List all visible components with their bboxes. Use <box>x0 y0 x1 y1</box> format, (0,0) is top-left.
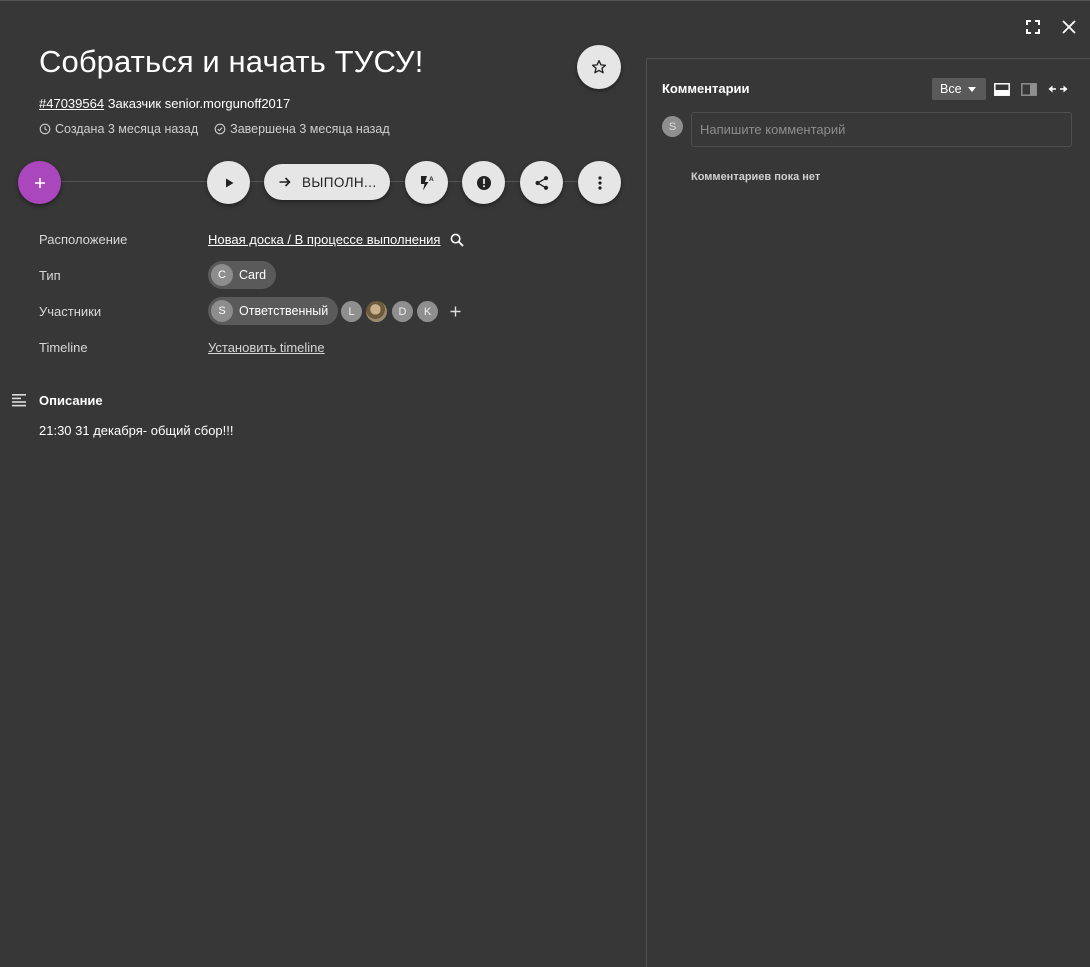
type-avatar: C <box>211 264 233 286</box>
arrow-right-icon <box>279 177 291 187</box>
more-vert-icon <box>597 175 602 190</box>
arrows-horizontal-icon <box>1048 85 1068 93</box>
panel-bottom-button[interactable] <box>993 81 1011 97</box>
responsible-avatar: S <box>211 300 233 322</box>
share-icon <box>535 175 548 190</box>
add-member-button[interactable] <box>447 303 463 319</box>
more-button[interactable] <box>578 161 621 204</box>
start-timer-button[interactable] <box>207 161 250 204</box>
type-chip[interactable]: C Card <box>208 261 277 289</box>
task-meta: #47039564 Заказчик senior.morgunoff2017 <box>39 96 290 111</box>
task-id-link[interactable]: #47039564 <box>39 96 104 111</box>
clock-icon <box>39 123 51 135</box>
completed-text: Завершена 3 месяца назад <box>230 122 390 136</box>
member-avatar[interactable]: K <box>417 301 438 322</box>
search-icon[interactable] <box>450 233 465 247</box>
svg-text:A: A <box>429 176 434 183</box>
comments-panel: Комментарии Все S Комментариев пока нет <box>646 58 1090 967</box>
flash-auto-icon: A <box>420 175 434 190</box>
timeline-row: Установить timeline <box>208 340 325 355</box>
member-avatar[interactable]: L <box>341 301 362 322</box>
add-button[interactable] <box>18 161 61 204</box>
chevron-down-icon <box>967 86 976 92</box>
panel-bottom-icon <box>994 82 1010 96</box>
location-label: Расположение <box>39 232 128 247</box>
play-icon <box>225 178 233 187</box>
responsible-chip[interactable]: S Ответственный <box>208 297 339 325</box>
comments-filter-value: Все <box>940 82 962 96</box>
type-label: Тип <box>39 268 61 283</box>
no-comments-text: Комментариев пока нет <box>691 171 821 183</box>
check-circle-icon <box>214 123 226 135</box>
panel-side-icon <box>1021 82 1037 96</box>
location-link[interactable]: Новая доска / В процессе выполнения <box>208 232 440 247</box>
created-text: Создана 3 месяца назад <box>55 122 199 136</box>
top-divider <box>0 0 1090 1</box>
description-title: Описание <box>39 393 103 408</box>
fullscreen-button[interactable] <box>1020 14 1046 40</box>
notes-icon <box>12 394 26 407</box>
favorite-button[interactable] <box>577 45 621 89</box>
responsible-label: Ответственный <box>239 304 329 318</box>
member-avatar[interactable]: D <box>392 301 413 322</box>
plus-icon <box>34 177 45 188</box>
panel-side-button[interactable] <box>1020 81 1038 97</box>
comments-title: Комментарии <box>662 81 750 96</box>
automation-button[interactable]: A <box>405 161 448 204</box>
member-avatar-photo[interactable] <box>366 301 387 322</box>
status-label: ВЫПОЛН... <box>302 174 377 190</box>
task-dates: Создана 3 месяца назад Завершена 3 месяц… <box>39 122 390 136</box>
close-button[interactable] <box>1056 14 1082 40</box>
customer-link[interactable]: senior.morgunoff2017 <box>165 96 291 111</box>
task-title[interactable]: Собраться и начать ТУСУ! <box>39 44 423 80</box>
plus-icon <box>450 306 460 316</box>
members-label: Участники <box>39 304 102 319</box>
location-row: Новая доска / В процессе выполнения <box>208 232 465 247</box>
description-text[interactable]: 21:30 31 декабря- общий сбор!!! <box>39 423 234 438</box>
share-button[interactable] <box>520 161 563 204</box>
customer-label: Заказчик <box>107 96 162 111</box>
priority-button[interactable] <box>462 161 505 204</box>
resize-panel-button[interactable] <box>1047 81 1069 97</box>
star-icon <box>591 60 607 74</box>
status-button[interactable]: ВЫПОЛН... <box>264 164 390 200</box>
alert-circle-icon <box>476 175 491 190</box>
fullscreen-icon <box>1026 20 1040 34</box>
comment-user-avatar: S <box>662 116 683 137</box>
set-timeline-link[interactable]: Установить timeline <box>208 340 325 355</box>
type-value: Card <box>239 268 267 282</box>
timeline-label: Timeline <box>39 340 88 355</box>
comments-filter-dropdown[interactable]: Все <box>932 78 986 100</box>
close-icon <box>1062 20 1076 34</box>
comment-input[interactable] <box>691 112 1072 147</box>
